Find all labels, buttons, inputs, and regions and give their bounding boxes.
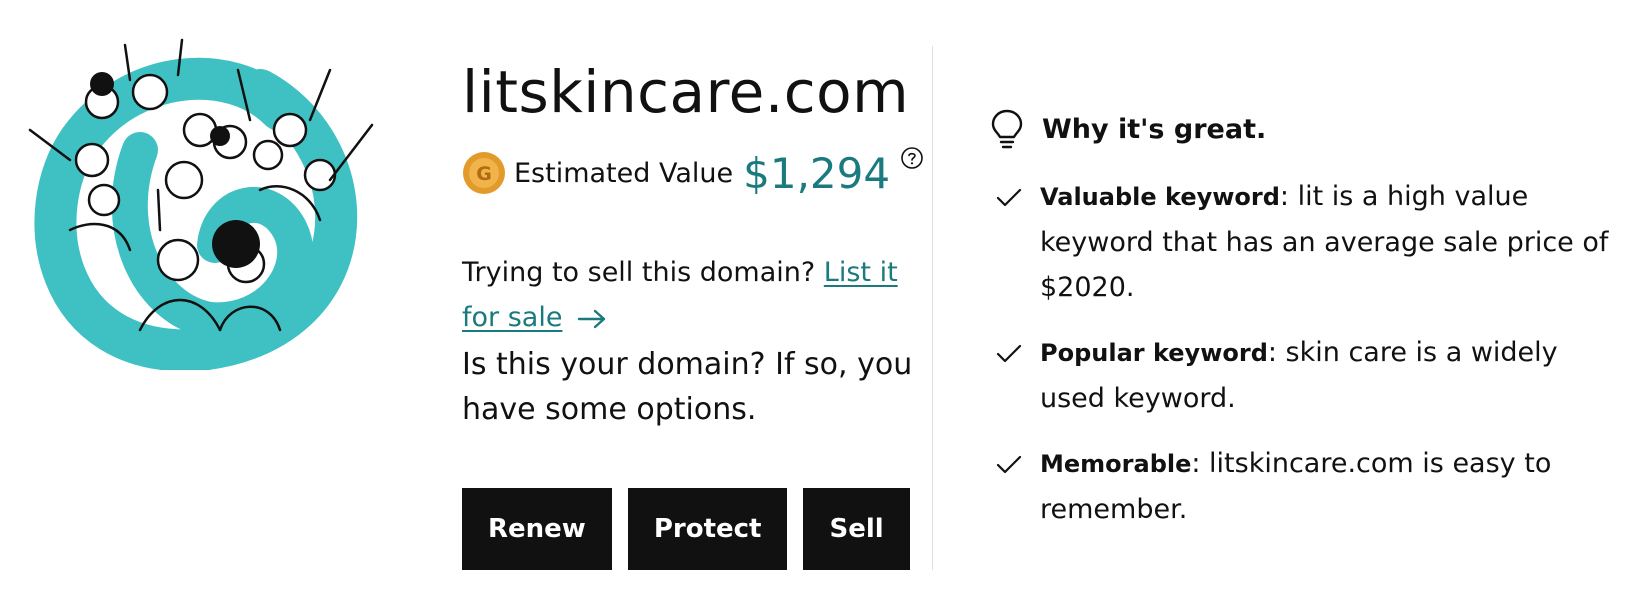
section-divider	[932, 46, 933, 570]
estimated-value-row: G Estimated Value $1,294	[462, 144, 932, 202]
hero-illustration	[10, 30, 390, 372]
sell-button[interactable]: Sell	[803, 488, 910, 570]
coin-icon: G	[463, 152, 505, 194]
estimated-value-label: Estimated Value	[514, 157, 734, 189]
reason-title: Memorable	[1040, 450, 1192, 478]
domain-summary: litskincare.com G Estimated Value $1,294…	[462, 52, 932, 432]
estimated-value-amount: $1,294	[743, 148, 891, 198]
protect-button[interactable]: Protect	[627, 488, 788, 570]
sell-prompt: Trying to sell this domain? List it for …	[462, 250, 912, 340]
why-great-title: Why it's great.	[1042, 113, 1267, 145]
why-great-panel: Why it's great. Valuable keyword: lit is…	[990, 104, 1630, 532]
coin-letter: G	[476, 163, 492, 185]
reason-text: Popular keyword: skin care is a widely u…	[1040, 330, 1630, 421]
check-icon	[996, 188, 1022, 207]
reason-text: Memorable: litskincare.com is easy to re…	[1040, 441, 1630, 532]
reason-title: Valuable keyword	[1040, 183, 1280, 211]
lightbulb-icon	[991, 109, 1023, 149]
check-icon	[996, 344, 1022, 363]
reason-title: Popular keyword	[1040, 339, 1268, 367]
arrow-right-icon[interactable]	[577, 308, 607, 330]
owner-question: Is this your domain? If so, you have som…	[462, 347, 913, 427]
domain-name: litskincare.com	[462, 58, 910, 126]
help-icon[interactable]	[900, 146, 924, 170]
reason-text: Valuable keyword: lit is a high value ke…	[1040, 174, 1630, 310]
renew-button[interactable]: Renew	[462, 488, 612, 570]
action-buttons: Renew Protect Sell	[462, 488, 910, 570]
check-icon	[996, 455, 1022, 474]
reason-item: Valuable keyword: lit is a high value ke…	[990, 174, 1630, 310]
sell-prompt-text: Trying to sell this domain?	[462, 257, 816, 288]
reason-item: Popular keyword: skin care is a widely u…	[990, 330, 1630, 421]
why-great-header: Why it's great.	[990, 104, 1630, 154]
reason-item: Memorable: litskincare.com is easy to re…	[990, 441, 1630, 532]
